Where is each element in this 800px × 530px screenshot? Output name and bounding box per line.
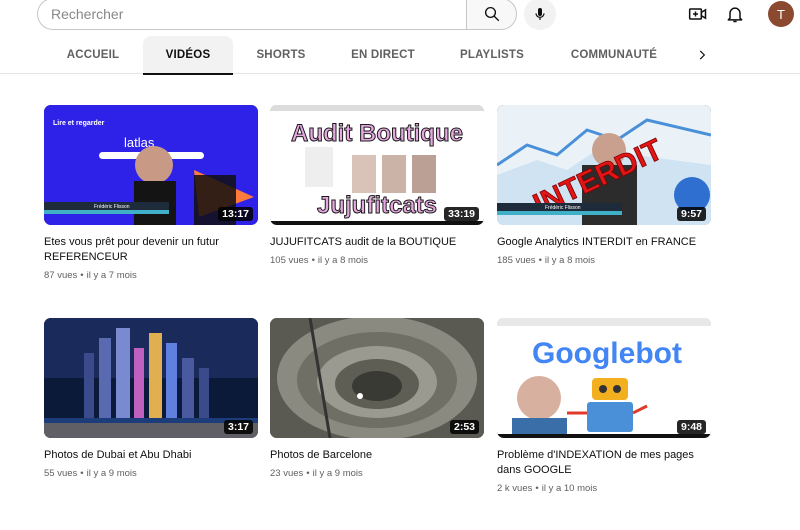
video-meta: 185 vues • il y a 8 mois [497,255,596,266]
search-icon [484,6,499,22]
thumbnail-caption: Frédéric Flisson [545,205,581,211]
upload-age: il y a 10 mois [541,483,598,494]
tab-playlists[interactable]: PLAYLISTS [446,36,538,74]
avatar[interactable]: T [768,1,794,27]
thumbnail-logo-text: Googlebot [532,337,682,370]
upload-age: il y a 8 mois [544,255,596,266]
tab-shorts[interactable]: SHORTS [236,36,326,74]
bell-icon [727,7,743,23]
video-meta: 55 vues • il y a 9 mois [44,468,137,479]
video-duration: 3:17 [223,420,253,434]
chevron-right-icon [699,50,706,60]
tab-label: COMMUNAUTÉ [570,49,658,61]
upload-age: il y a 7 mois [86,270,137,281]
video-title[interactable]: JUJUFITCATS audit de la BOUTIQUE [270,235,484,250]
video-card[interactable]: INTERDIT Frédéric Flisson 9:57 Google An… [497,105,711,266]
tab-label: VIDÉOS [165,49,211,61]
search-input[interactable] [38,0,467,29]
video-meta: 105 vues • il y a 8 mois [270,255,369,266]
view-count: 87 vues [44,270,78,281]
video-card[interactable]: 2:53 Photos de Barcelone 23 vues • il y a … [270,318,484,479]
video-duration: 13:17 [218,207,253,221]
video-meta: 87 vues • il y a 7 mois [44,270,137,281]
tab-label: ACCUEIL [66,49,120,61]
video-meta: 23 vues • il y a 9 mois [270,468,363,479]
tab-en-direct[interactable]: EN DIRECT [337,36,429,74]
thumbnail-caption: Frédéric Flisson [94,204,130,210]
video-duration: 2:53 [449,420,479,434]
channel-tabs: ACCUEIL VIDÉOS SHORTS EN DIRECT PLAYLIST… [0,36,800,75]
video-title[interactable]: Problème d'INDEXATION de mes pages dans … [497,448,711,478]
video-thumbnail[interactable]: Googlebot 9:48 [497,318,711,438]
view-count: 55 vues [44,468,78,479]
avatar-letter: T [777,6,785,22]
search-button[interactable] [466,0,517,30]
voice-search-button[interactable] [524,0,556,30]
video-title[interactable]: Photos de Barcelone [270,448,484,463]
view-count: 2 k vues [497,483,533,494]
upload-age: il y a 9 mois [312,468,363,479]
video-thumbnail[interactable]: Lire et regarder latlas Frédéric Flisson… [44,105,258,225]
video-thumbnail[interactable]: Audit Boutique Jujufitcats 33:19 [270,105,484,225]
tab-label: EN DIRECT [351,49,415,61]
create-video-icon [688,8,707,20]
video-title[interactable]: Etes vous prêt pour devenir un futur REF… [44,235,258,265]
view-count: 105 vues [270,255,309,266]
create-button[interactable] [686,2,710,26]
search-box[interactable] [37,0,467,30]
video-card[interactable]: Lire et regarder latlas Frédéric Flisson… [44,105,258,281]
tabs-next-button[interactable] [690,43,714,67]
video-title[interactable]: Photos de Dubai et Abu Dhabi [44,448,258,463]
video-duration: 9:48 [676,420,706,434]
video-duration: 33:19 [444,207,479,221]
video-meta: 2 k vues • il y a 10 mois [497,483,598,494]
thumbnail-text: Audit Boutique [291,120,463,147]
tab-label: SHORTS [256,49,306,61]
video-card[interactable]: Googlebot 9:48 Problème d'INDEXATION de … [497,318,711,494]
microphone-icon [535,8,545,20]
tab-videos[interactable]: VIDÉOS [143,36,233,75]
top-bar: T [0,0,800,30]
tab-label: PLAYLISTS [460,49,524,61]
view-count: 23 vues [270,468,304,479]
upload-age: il y a 8 mois [317,255,369,266]
thumbnail-text: Lire et regarder [53,120,105,127]
notifications-button[interactable] [723,2,747,26]
upload-age: il y a 9 mois [86,468,137,479]
video-card[interactable]: 3:17 Photos de Dubai et Abu Dhabi 55 vue… [44,318,258,479]
thumbnail-text: Jujufitcats [317,192,437,219]
video-duration: 9:57 [676,207,706,221]
view-count: 185 vues [497,255,536,266]
video-thumbnail[interactable]: INTERDIT Frédéric Flisson 9:57 [497,105,711,225]
video-title[interactable]: Google Analytics INTERDIT en FRANCE [497,235,711,250]
video-thumbnail[interactable]: 3:17 [44,318,258,438]
tab-accueil[interactable]: ACCUEIL [48,36,138,74]
video-card[interactable]: Audit Boutique Jujufitcats 33:19 JUJUFIT… [270,105,484,266]
video-thumbnail[interactable]: 2:53 [270,318,484,438]
tab-communaute[interactable]: COMMUNAUTÉ [562,36,666,74]
